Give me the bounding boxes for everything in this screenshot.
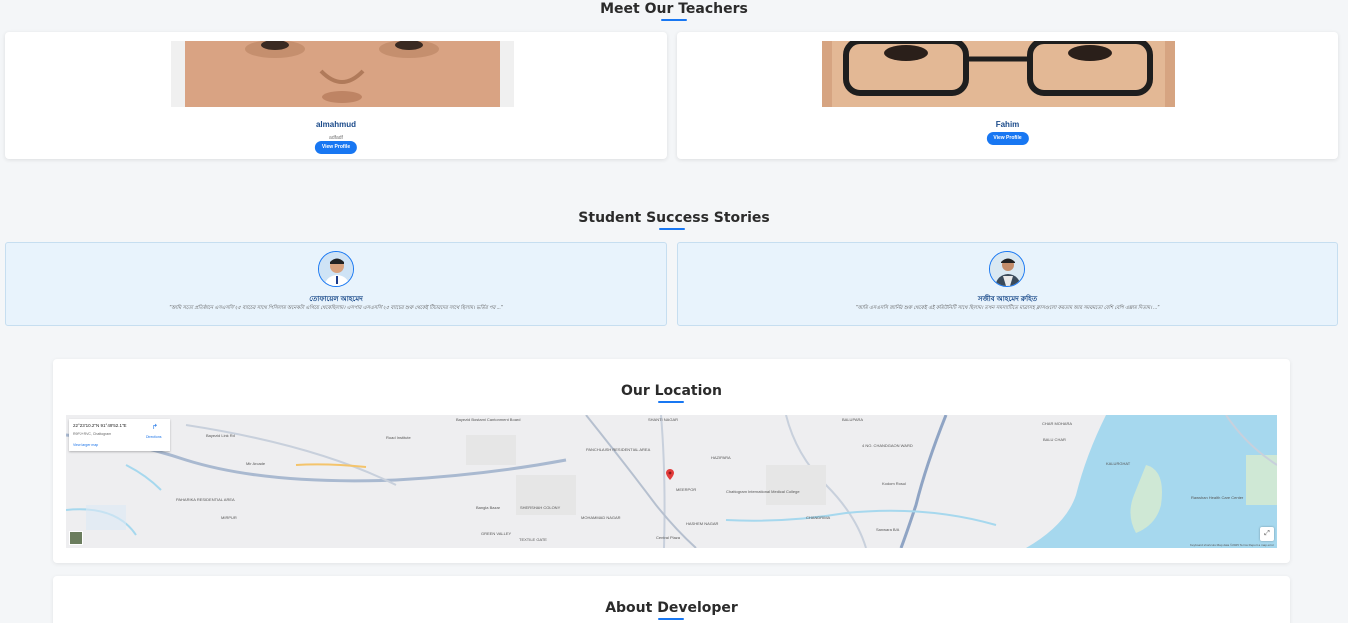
map-label: MOHAMMAD NAGAR [581, 515, 621, 520]
map-label: KALURGHAT [1106, 461, 1131, 466]
view-profile-button[interactable]: View Profile [314, 141, 358, 154]
map-label: Rawshan Health Care Center [1191, 495, 1244, 500]
map-tiles [66, 415, 1277, 548]
map-label: CHAR MOHARA [1042, 421, 1073, 426]
student-quote: "আমি এসএসসি জার্নির শুরু থেকেই এই কমিউনি… [855, 305, 1160, 311]
teachers-title-underline [661, 19, 687, 21]
map-label: 4 NO. CHANDGAON WARD [862, 443, 913, 448]
location-pin-icon[interactable] [666, 469, 674, 480]
location-title-underline [658, 401, 684, 403]
map-label: Sanwara B/A [876, 527, 900, 532]
map-label: Chattogram International Medical College [726, 489, 800, 494]
map-label: HAZIPARA [711, 455, 731, 460]
developer-title-underline [658, 618, 684, 620]
stories-title-underline [659, 228, 685, 230]
map-label: Bayezid Link Rd [206, 433, 235, 438]
map-label: BALU CHAR [1043, 437, 1066, 442]
map-label: Kodom Rosul [882, 481, 907, 486]
teacher-name: Fahim [995, 120, 1020, 129]
view-larger-map-link[interactable]: View larger map [73, 443, 98, 447]
map-label: TEXTILE GATE [519, 537, 547, 542]
student-name: সজীব আহমেদ রুহিত [977, 296, 1038, 303]
location-map[interactable]: Bayezid Bostami Cantonment Board SHANTI … [66, 415, 1277, 548]
map-label: Bangla Bazar [476, 505, 501, 510]
map-label: BALUPARA [842, 417, 864, 422]
location-panel: Our Location Bayezid Bostami Cantonment … [53, 359, 1290, 563]
stories-section-title: Student Success Stories [578, 210, 770, 226]
location-section-title: Our Location [620, 383, 722, 399]
map-label: Road Institute [386, 435, 411, 440]
teachers-section-title: Meet Our Teachers [600, 1, 748, 17]
map-label: Central Plaza [656, 535, 681, 540]
view-profile-button[interactable]: View Profile [986, 132, 1029, 145]
map-label: CHANDRIMA [806, 515, 831, 520]
map-label: MEERPOR [676, 487, 697, 492]
map-label: SHANTI NAGAR [648, 417, 679, 422]
teacher-name: almahmud [315, 120, 356, 129]
teacher-photo [822, 41, 1175, 107]
map-info-card: 22°23'10.2"N 91°49'52.1"E R9PJ+RVC, Chat… [69, 419, 170, 451]
map-label: Mir Arcade [246, 461, 266, 466]
story-card: তোফায়েল আহমেদ "আমি সত্যে প্রতিষ্ঠানে এস… [5, 242, 667, 326]
teacher-photo [171, 41, 514, 107]
map-label: MIRPUR [221, 515, 237, 520]
map-label: GREEN VALLEY [481, 531, 512, 536]
directions-icon[interactable]: ↱ [152, 423, 158, 431]
student-name: তোফায়েল আহমেদ [309, 296, 363, 303]
directions-link[interactable]: Directions [146, 435, 162, 439]
satellite-toggle[interactable] [69, 531, 83, 545]
student-quote: "আমি সত্যে প্রতিষ্ঠানে এসএসসি'২৫ ব্যাচের… [169, 305, 503, 311]
map-label: SHERSHAH COLONY [520, 505, 561, 510]
developer-panel: About Developer [53, 576, 1290, 623]
map-coordinates: 22°23'10.2"N 91°49'52.1"E [73, 423, 127, 428]
fullscreen-icon[interactable]: ⤢ [1260, 527, 1274, 541]
map-label: PAHARIKA RESIDENTIAL AREA [176, 497, 235, 502]
student-avatar [318, 251, 354, 287]
map-place-code: R9PJ+RVC, Chattogram [73, 432, 112, 436]
teacher-card: almahmud adfadf View Profile [5, 32, 667, 159]
developer-section-title: About Developer [605, 600, 738, 616]
teacher-card: Fahim View Profile [677, 32, 1338, 159]
map-attribution: Keyboard shortcuts Map data ©2025 Terms … [1189, 543, 1274, 547]
story-card: সজীব আহমেদ রুহিত "আমি এসএসসি জার্নির শুর… [677, 242, 1338, 326]
map-label: Bayezid Bostami Cantonment Board [456, 417, 521, 422]
map-label: PANCHLAISH RESIDENTIAL AREA [586, 447, 651, 452]
student-avatar [989, 251, 1025, 287]
map-label: HASHEM NAGAR [686, 521, 719, 526]
